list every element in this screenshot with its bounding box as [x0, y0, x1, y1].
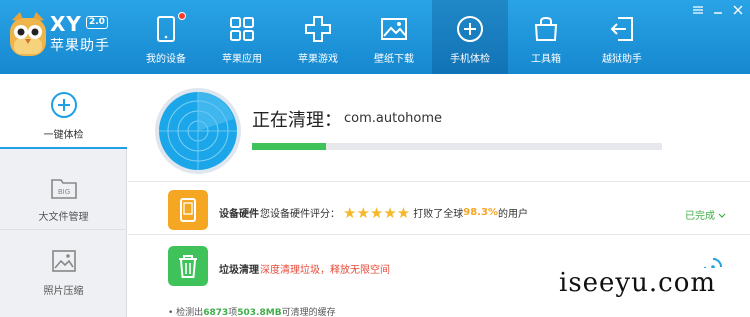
radar-scan-icon [155, 88, 241, 174]
beat-suffix: 的用户 [497, 209, 528, 220]
nav-label: 我的设备 [146, 54, 186, 65]
summary-suffix: 可清理的缓存 [281, 308, 336, 317]
nav-toolbox[interactable]: 工具箱 [508, 0, 584, 74]
plus-circle-icon [50, 92, 77, 118]
close-icon[interactable] [732, 4, 744, 16]
row-divider [128, 234, 750, 235]
beat-percent: 98.3% [463, 207, 498, 218]
row-description: 深度清理垃圾，释放无限空间 [260, 265, 390, 276]
star-rating: ★★★★★ [343, 203, 411, 222]
minimize-icon[interactable] [712, 4, 724, 16]
nav-label: 手机体检 [450, 54, 490, 65]
item-count: 6873 [203, 308, 229, 317]
cleaning-progress-bar [252, 143, 662, 150]
top-bar: XY 2.0 苹果助手 我的设备 苹果应用 苹果游戏 壁纸下载 手机体检 工具箱… [0, 0, 750, 74]
summary-mid: 项 [228, 308, 238, 317]
row-title: 设备硬件 [219, 209, 259, 220]
cleaning-target: com.autohome [344, 111, 443, 126]
score-label: 您设备硬件评分： [260, 209, 340, 220]
cache-summary: • 检测出6873项503.8MB可清理的缓存 [168, 305, 336, 317]
notification-dot [178, 12, 186, 20]
row-description: 您设备硬件评分： ★★★★★ 打败了全球 98.3% 的用户 [260, 205, 528, 220]
status-text: 已完成 [685, 211, 715, 222]
cleaning-status-title: 正在清理： [252, 110, 342, 131]
progress-fill [252, 143, 326, 150]
nav-label: 苹果应用 [222, 54, 262, 65]
window-controls [692, 4, 744, 16]
main-nav: 我的设备 苹果应用 苹果游戏 壁纸下载 手机体检 工具箱 越狱助手 [128, 0, 660, 74]
brand-subtitle: 苹果助手 [50, 38, 110, 54]
nav-apple-games[interactable]: 苹果游戏 [280, 0, 356, 74]
nav-my-device[interactable]: 我的设备 [128, 0, 204, 74]
trash-icon [168, 246, 208, 286]
plus-circle-icon [457, 16, 483, 42]
row-title: 垃圾清理 [219, 265, 259, 276]
nav-wallpaper[interactable]: 壁纸下载 [356, 0, 432, 74]
toolbox-icon [534, 16, 558, 41]
section-divider [128, 181, 750, 182]
apps-grid-icon [230, 17, 254, 41]
status-done-toggle[interactable]: 已完成 [685, 207, 726, 222]
nav-jailbreak[interactable]: 越狱助手 [584, 0, 660, 74]
sidebar-item-label: 大文件管理 [38, 212, 89, 223]
owl-logo-icon [10, 12, 46, 56]
nav-label: 工具箱 [531, 54, 561, 65]
sidebar-item-label: 照片压缩 [43, 286, 84, 297]
beat-text: 打败了全球 [413, 209, 464, 220]
nav-apple-apps[interactable]: 苹果应用 [204, 0, 280, 74]
bullet: • [168, 308, 177, 317]
svg-text:BIG: BIG [57, 188, 69, 196]
watermark-text: iseeyu.com [555, 268, 720, 298]
picture-icon [381, 18, 407, 40]
folder-big-icon: BIG [50, 179, 77, 199]
menu-icon[interactable] [692, 4, 704, 16]
sidebar-item-one-click-check[interactable]: 一键体检 [0, 74, 127, 149]
nav-label: 苹果游戏 [298, 54, 338, 65]
nav-phone-checkup[interactable]: 手机体检 [432, 0, 508, 74]
brand: XY 2.0 苹果助手 [50, 14, 110, 56]
sidebar-item-big-files[interactable]: BIG 大文件管理 [0, 156, 127, 231]
chevron-down-icon [718, 213, 726, 218]
sidebar-item-label: 一键体检 [43, 130, 84, 141]
nav-label: 越狱助手 [602, 54, 642, 65]
summary-prefix: 检测出 [176, 308, 204, 317]
device-hardware-icon [168, 190, 208, 230]
exit-icon [610, 17, 633, 41]
cache-size: 503.8MB [237, 308, 282, 317]
photo-icon [51, 250, 76, 272]
tablet-icon [157, 16, 175, 42]
nav-label: 壁纸下载 [374, 54, 414, 65]
sidebar: 一键体检 BIG 大文件管理 照片压缩 [0, 74, 127, 317]
version-badge: 2.0 [86, 16, 108, 29]
gamepad-icon [305, 16, 331, 42]
sidebar-item-photo-compress[interactable]: 照片压缩 [0, 230, 127, 305]
